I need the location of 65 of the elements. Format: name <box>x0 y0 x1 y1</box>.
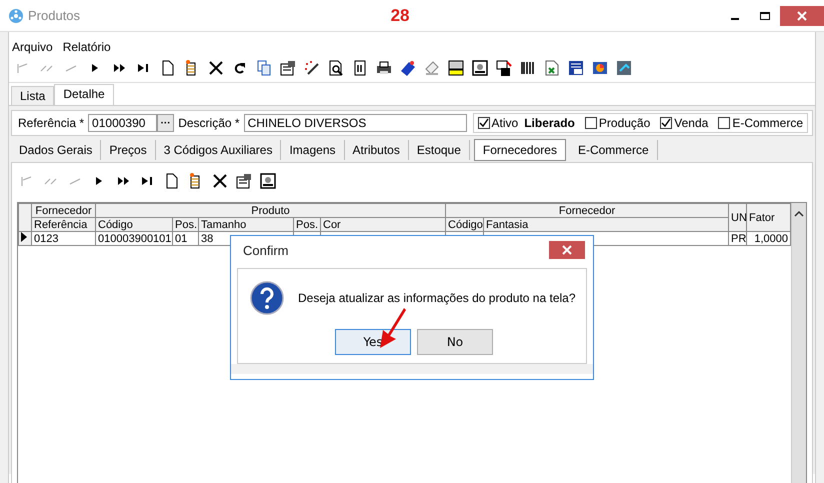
window-title: Produtos <box>28 8 80 23</box>
column-group-header: Produto <box>96 204 446 218</box>
close-icon <box>562 245 572 255</box>
table-cell: 01 <box>172 232 198 246</box>
copy-icon[interactable] <box>255 59 273 77</box>
barcode-icon[interactable] <box>519 59 537 77</box>
screen-icon[interactable] <box>259 172 277 190</box>
checkbox[interactable] <box>718 117 730 129</box>
checkbox[interactable] <box>660 117 672 129</box>
status-text: Liberado <box>524 116 575 130</box>
column-header[interactable]: Código <box>446 218 484 232</box>
field-label: Referência * <box>17 116 86 130</box>
step-number: 28 <box>390 6 410 26</box>
preview-icon[interactable] <box>327 59 345 77</box>
checkbox-label: E-Commerce <box>732 116 803 130</box>
reference-field[interactable]: 01000390 <box>88 114 157 132</box>
menu-item[interactable]: Arquivo <box>12 40 53 54</box>
column-header[interactable]: Fantasia <box>484 218 729 232</box>
column-header[interactable]: Código <box>96 218 172 232</box>
minimize-icon <box>731 18 739 20</box>
checkbox[interactable] <box>478 117 490 129</box>
column-group-header: Fornecedor <box>32 204 96 218</box>
table-cell: 0123 <box>32 232 96 246</box>
spreadsheet-icon[interactable] <box>543 59 561 77</box>
table-cell: 010003900101 <box>96 232 172 246</box>
field-label: Descrição * <box>177 116 241 130</box>
column-group-header: Fornecedor <box>446 204 729 218</box>
maximize-icon <box>760 10 770 20</box>
description-field[interactable]: CHINELO DIVERSOS <box>244 114 467 132</box>
close-icon <box>797 10 807 20</box>
properties-icon[interactable] <box>279 59 297 77</box>
checkbox-label: Venda <box>674 116 708 130</box>
table-cell: PR <box>728 232 747 246</box>
current-row-icon <box>21 232 27 242</box>
tab[interactable]: Lista <box>11 86 54 105</box>
delete-icon[interactable] <box>211 172 229 190</box>
checkbox-label: Ativo <box>492 116 518 130</box>
checkbox[interactable] <box>584 117 597 129</box>
browse-button[interactable]: ··· <box>156 114 174 132</box>
dialog-button[interactable]: No <box>417 329 493 355</box>
scrollbar[interactable] <box>791 203 806 483</box>
tab[interactable]: Fornecedores <box>474 139 566 161</box>
dialog-message: Deseja atualizar as informações do produto na tela? <box>298 291 576 305</box>
dialog-title: Confirm <box>243 242 289 258</box>
column-header[interactable]: Tamanho <box>198 218 294 232</box>
chart-icon[interactable] <box>591 59 609 77</box>
tag-icon[interactable] <box>399 59 417 77</box>
tab[interactable]: Atributos <box>344 140 409 160</box>
checkbox-label: Produção <box>598 116 650 130</box>
column-header[interactable]: Referência <box>32 218 96 232</box>
close-button[interactable] <box>549 241 585 259</box>
close-button[interactable] <box>780 6 824 26</box>
delete-icon[interactable] <box>207 59 225 77</box>
tab[interactable]: Detalhe <box>54 84 114 105</box>
column-header[interactable]: Fator <box>746 204 791 232</box>
menu-item[interactable]: Relatório <box>62 40 111 54</box>
properties-icon[interactable] <box>235 172 253 190</box>
tab[interactable]: 3 Códigos Auxiliares <box>156 140 282 160</box>
screen-icon[interactable] <box>471 59 489 77</box>
report-icon[interactable] <box>567 59 585 77</box>
printer-icon[interactable] <box>375 59 393 77</box>
wand-icon[interactable] <box>303 59 321 77</box>
question-icon <box>250 281 284 315</box>
column-header[interactable]: Cor <box>320 218 446 232</box>
app-icon <box>8 8 24 24</box>
